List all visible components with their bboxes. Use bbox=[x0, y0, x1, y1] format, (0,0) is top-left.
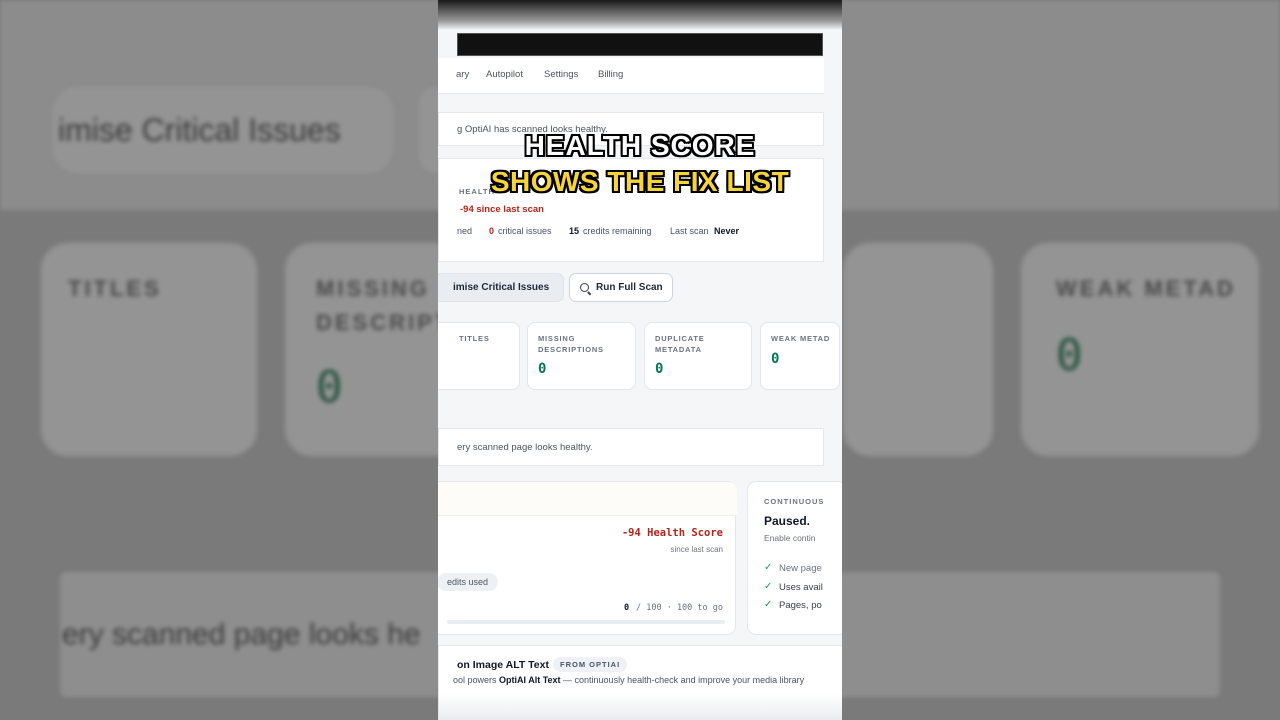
frame-top-gradient bbox=[438, 0, 842, 30]
search-icon bbox=[580, 283, 589, 292]
progress-track bbox=[447, 620, 725, 624]
credits-count: 15 bbox=[569, 226, 580, 236]
alt-text-desc-prefix: ool powers bbox=[453, 675, 500, 685]
continuous-item-1: New page bbox=[779, 563, 822, 574]
nav-item-autopilot[interactable]: Autopilot bbox=[486, 69, 523, 80]
bg-stat-value-missing: 0 bbox=[316, 362, 343, 413]
alt-text-desc-suffix: — continuously health-check and improve … bbox=[560, 675, 805, 685]
critical-count: 0 bbox=[489, 226, 495, 236]
alt-text-title: on Image ALT Text bbox=[457, 659, 549, 671]
bg-stat-label-weak: WEAK METAD bbox=[1056, 276, 1236, 301]
alt-text-desc: ool powers OptiAI Alt Text — continuousl… bbox=[453, 675, 804, 685]
score-card-header bbox=[438, 482, 737, 516]
top-nav: ary Autopilot Settings Billing bbox=[438, 58, 824, 94]
stat-value-duplicate-metadata: 0 bbox=[655, 361, 664, 377]
run-full-scan-label: Run Full Scan bbox=[596, 282, 663, 293]
continuous-card: CONTINUOUS Paused. Enable contin ✓ New p… bbox=[747, 481, 842, 635]
nav-item-settings[interactable]: Settings bbox=[544, 69, 578, 80]
stat-card-titles[interactable]: TITLES bbox=[438, 322, 520, 390]
alt-text-panel: on Image ALT Text FROM OPTIAI ool powers… bbox=[438, 645, 842, 720]
continuous-label: CONTINUOUS bbox=[764, 497, 825, 506]
continuous-item-3: Pages, po bbox=[779, 600, 822, 611]
bg-stat-label-missing-2: DESCRIPT bbox=[316, 310, 452, 335]
bg-stat-card-titles bbox=[40, 242, 258, 457]
bg-heading: imise Critical Issues bbox=[58, 112, 341, 148]
critical-label: critical issues bbox=[498, 226, 552, 236]
last-scan-value: Never bbox=[714, 226, 740, 236]
stat-value-missing-descriptions: 0 bbox=[538, 361, 547, 377]
stat-label-duplicate-metadata: DUPLICATE METADATA bbox=[655, 334, 705, 354]
stat-label-missing-descriptions: MISSING DESCRIPTIONS bbox=[538, 334, 604, 354]
from-optiai-badge: FROM OPTIAI bbox=[553, 657, 628, 672]
optimise-critical-label: imise Critical Issues bbox=[453, 282, 550, 293]
health-delta: -94 since last scan bbox=[460, 204, 544, 215]
health-score-card: -94 Health Score since last scan edits u… bbox=[438, 481, 737, 635]
credits-label: credits remaining bbox=[583, 226, 652, 236]
check-icon: ✓ bbox=[764, 599, 773, 610]
continuous-item-2: Uses avail bbox=[779, 582, 823, 593]
check-icon: ✓ bbox=[764, 562, 773, 573]
nav-item-billing[interactable]: Billing bbox=[598, 69, 623, 80]
bg-stat-label-missing-1: MISSING bbox=[316, 276, 430, 301]
stat-card-missing-descriptions[interactable]: MISSING DESCRIPTIONS 0 bbox=[527, 322, 636, 390]
scanned-label: ned bbox=[457, 226, 473, 236]
bg-healthy-text: ery scanned page looks he bbox=[62, 618, 421, 651]
alt-text-desc-bold: OptiAI Alt Text bbox=[499, 675, 561, 685]
caption-line-2: SHOWS THE FIX LIST bbox=[490, 166, 790, 197]
bg-stat-card-dup bbox=[842, 242, 994, 457]
bottom-fade bbox=[439, 694, 842, 720]
last-scan-label: Last scan bbox=[670, 226, 709, 236]
stat-card-weak-metadata[interactable]: WEAK METAD 0 bbox=[760, 322, 840, 390]
redacted-bar bbox=[457, 33, 823, 56]
run-full-scan-button[interactable]: Run Full Scan bbox=[569, 273, 673, 302]
progress-rest: / 100 · 100 to go bbox=[636, 603, 723, 613]
health-score-since: since last scan bbox=[670, 545, 723, 554]
healthy-note-text: ery scanned page looks healthy. bbox=[457, 442, 593, 453]
continuous-desc: Enable contin bbox=[764, 533, 816, 543]
stat-card-duplicate-metadata[interactable]: DUPLICATE METADATA 0 bbox=[644, 322, 752, 390]
healthy-note-panel: ery scanned page looks healthy. bbox=[438, 428, 824, 466]
app-frame: ary Autopilot Settings Billing g OptiAI … bbox=[438, 0, 842, 720]
stat-label-weak-metadata: WEAK METAD bbox=[771, 334, 831, 343]
progress-current: 0 bbox=[624, 603, 630, 613]
continuous-status: Paused. bbox=[764, 514, 811, 528]
bg-stat-value-weak: 0 bbox=[1056, 330, 1083, 381]
caption-line-1: HEALTH SCORE bbox=[524, 130, 756, 161]
nav-item-library[interactable]: ary bbox=[456, 69, 469, 80]
stat-value-weak-metadata: 0 bbox=[771, 351, 780, 367]
health-score-value: -94 Health Score bbox=[621, 527, 723, 539]
optimise-critical-button[interactable]: imise Critical Issues bbox=[438, 273, 564, 302]
check-icon: ✓ bbox=[764, 581, 773, 592]
bg-stat-label-titles: TITLES bbox=[68, 276, 162, 301]
credits-used-pill: edits used bbox=[438, 573, 499, 591]
